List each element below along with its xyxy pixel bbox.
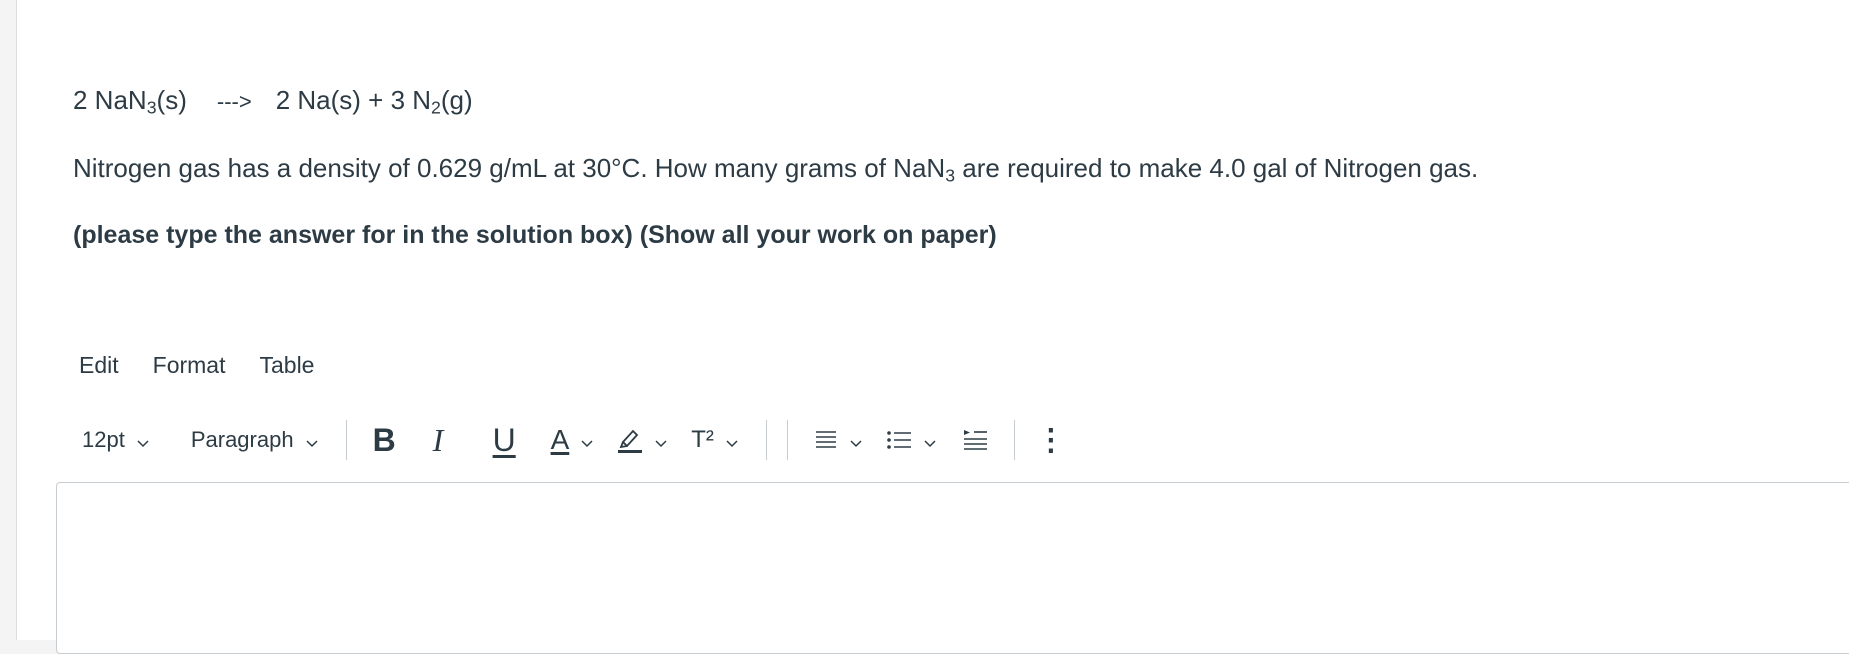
font-size-value: 12pt bbox=[82, 427, 125, 452]
list-button[interactable] bbox=[886, 429, 938, 451]
highlighter-icon bbox=[617, 426, 643, 454]
text-color-button[interactable]: A bbox=[551, 424, 596, 456]
chevron-down-icon bbox=[304, 432, 320, 448]
question-text-part1: Nitrogen gas has a density of 0.629 g/mL… bbox=[73, 153, 946, 183]
align-icon bbox=[814, 429, 838, 451]
chevron-down-icon bbox=[848, 432, 864, 448]
bold-button[interactable]: B bbox=[373, 422, 403, 459]
equation-products: 2 Na(s) + 3 N bbox=[275, 85, 432, 115]
align-button[interactable] bbox=[814, 429, 864, 451]
question-text-subscript: 3 bbox=[945, 165, 956, 186]
answer-editor[interactable] bbox=[56, 482, 1849, 654]
menu-format[interactable]: Format bbox=[153, 352, 226, 379]
menu-table[interactable]: Table bbox=[259, 352, 314, 379]
menu-edit[interactable]: Edit bbox=[79, 352, 119, 379]
font-size-select[interactable]: 12pt bbox=[82, 427, 151, 453]
equation-product-subscript: 2 bbox=[431, 97, 441, 118]
equation-reactant: 2 NaN bbox=[73, 85, 147, 115]
toolbar-separator bbox=[345, 420, 347, 460]
superscript-icon: T² bbox=[691, 426, 714, 453]
chevron-down-icon bbox=[579, 432, 595, 448]
indent-icon bbox=[962, 429, 988, 451]
equation-product-state: (g) bbox=[440, 85, 473, 115]
chevron-down-icon bbox=[653, 432, 669, 448]
bullet-list-icon bbox=[886, 429, 912, 451]
chevron-down-icon bbox=[135, 432, 151, 448]
highlight-color-button[interactable] bbox=[617, 426, 669, 454]
equation-reactant-state: (s) bbox=[156, 85, 187, 115]
chemical-equation: 2 NaN3(s) ---> 2 Na(s) + 3 N2(g) bbox=[73, 85, 473, 116]
chevron-down-icon bbox=[724, 432, 740, 448]
question-text-part2: are required to make 4.0 gal of Nitrogen… bbox=[955, 153, 1479, 183]
equation-reactant-subscript: 3 bbox=[146, 97, 157, 118]
superscript-button[interactable]: T² bbox=[691, 426, 740, 454]
more-options-button[interactable]: ⋮ bbox=[1036, 423, 1066, 458]
editor-toolbar: 12pt Paragraph B I U A T² ⋮ bbox=[82, 420, 1066, 460]
toolbar-separator bbox=[786, 420, 788, 460]
block-format-select[interactable]: Paragraph bbox=[191, 427, 320, 453]
editor-menubar: Edit Format Table bbox=[79, 352, 314, 379]
italic-button[interactable]: I bbox=[433, 422, 463, 459]
chevron-down-icon bbox=[922, 432, 938, 448]
instruction-text: (please type the answer for in the solut… bbox=[73, 221, 997, 249]
underline-button[interactable]: U bbox=[493, 422, 523, 459]
indent-button[interactable] bbox=[962, 429, 988, 451]
toolbar-separator bbox=[765, 420, 767, 460]
block-format-value: Paragraph bbox=[190, 427, 294, 452]
equation-arrow: ---> bbox=[216, 89, 252, 114]
question-text: Nitrogen gas has a density of 0.629 g/mL… bbox=[73, 153, 1478, 184]
toolbar-separator bbox=[1013, 420, 1015, 460]
text-color-icon: A bbox=[550, 424, 570, 455]
